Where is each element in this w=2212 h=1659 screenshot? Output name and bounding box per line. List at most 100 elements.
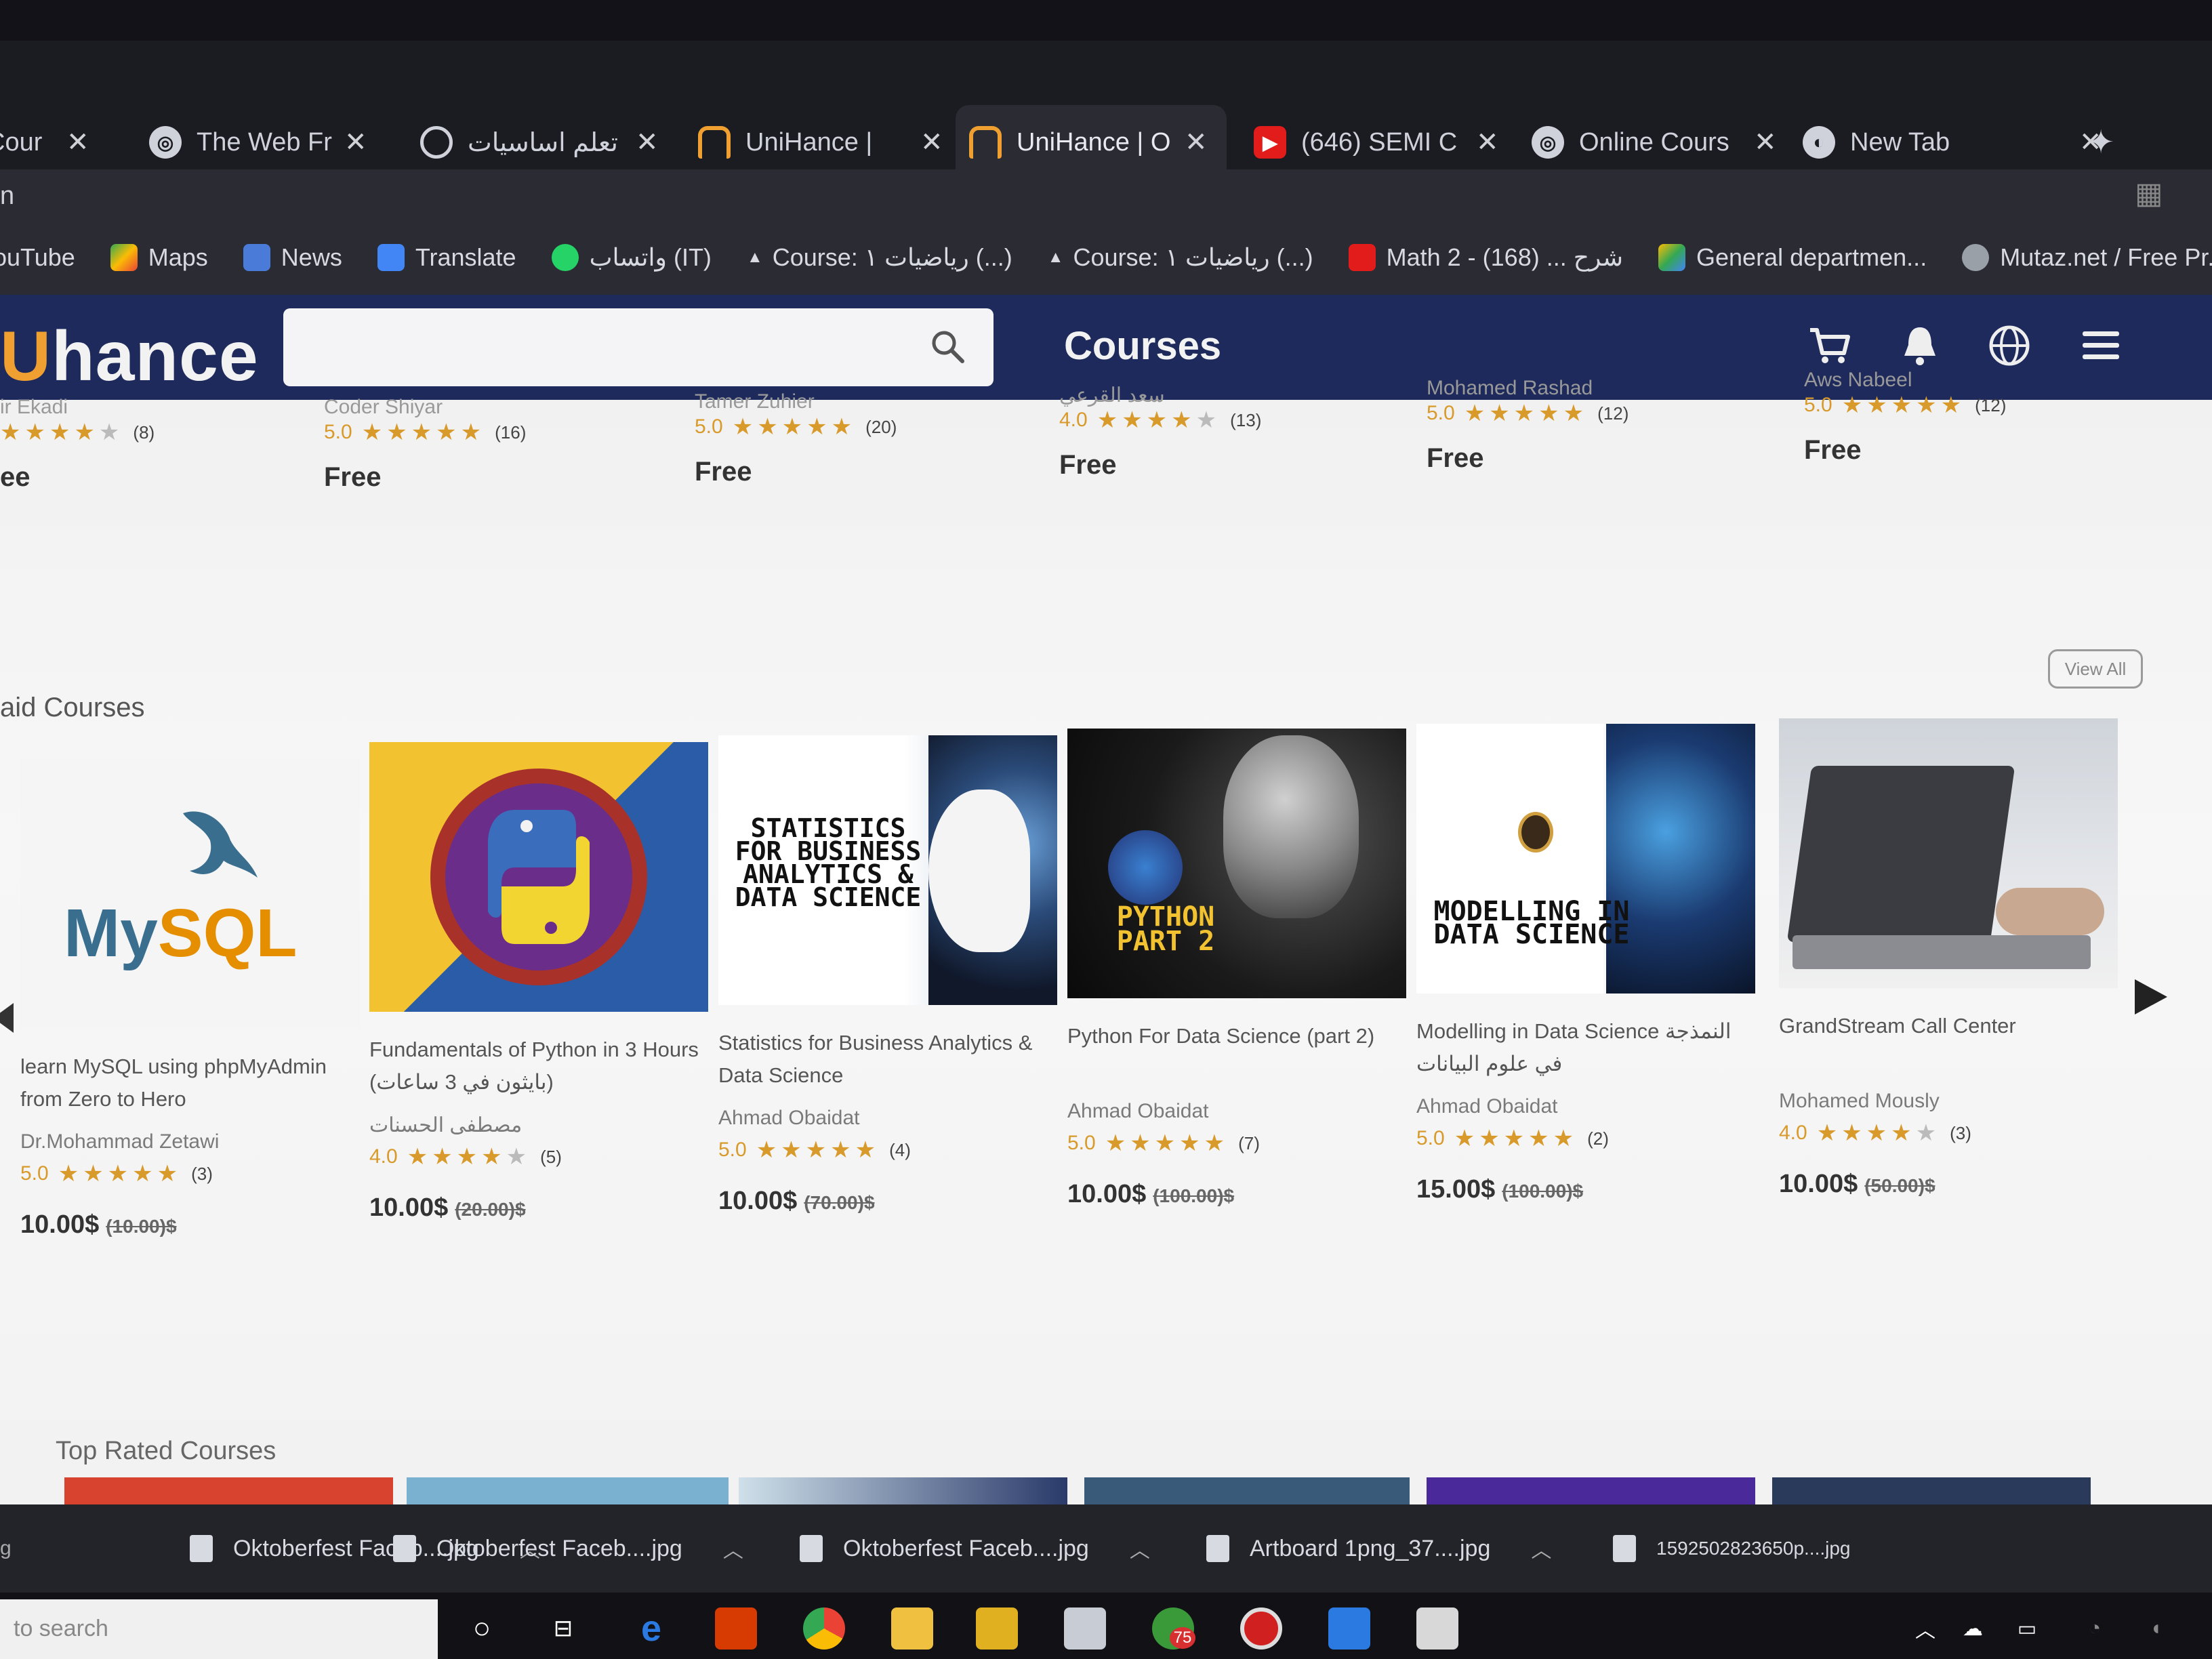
tab-arabic[interactable]: تعلم اساسيات ✕	[407, 105, 659, 180]
course-thumbnail[interactable]: PYTHON PART 2	[1067, 729, 1406, 998]
close-icon[interactable]: ✕	[1185, 127, 1208, 158]
free-course-card[interactable]: ir Ekadi ★★★★★ (8) ee	[0, 396, 155, 493]
nav-courses-link[interactable]: Courses	[1064, 323, 1221, 369]
close-icon[interactable]: ✕	[920, 127, 943, 158]
view-all-button[interactable]: View All	[2048, 649, 2143, 689]
tab-online-courses[interactable]: ◎ Online Cours ✕	[1518, 105, 1777, 180]
bookmark-translate[interactable]: Translate	[377, 243, 516, 272]
taskbar-search-input[interactable]: to search	[0, 1599, 438, 1659]
chevron-up-icon[interactable]: ︿	[723, 1534, 743, 1563]
bookmark-maps[interactable]: Maps	[110, 243, 208, 272]
download-item[interactable]: Artboard 1png_37....jpg ︿	[1206, 1534, 1613, 1563]
free-course-card[interactable]: سعد القرعي 4.0 ★★★★★ (13) Free	[1059, 384, 1261, 480]
bookmark-label: واتساب (IT)	[589, 243, 712, 271]
course-card-modelling[interactable]: MODELLING IN DATA SCIENCE Modelling in D…	[1416, 724, 1755, 1204]
course-card-python-fundamentals[interactable]: Fundamentals of Python in 3 Hours (بايثو…	[369, 742, 708, 1223]
chrome-icon[interactable]	[803, 1607, 845, 1650]
cortana-icon[interactable]: ○	[461, 1607, 503, 1650]
close-icon[interactable]: ✕	[1476, 127, 1499, 158]
bookmark-youtube[interactable]: ouTube	[0, 243, 75, 272]
bookmark-general-department[interactable]: General departmen...	[1658, 243, 1927, 272]
course-card-mysql[interactable]: MySQL learn MySQL using phpMyAdmin from …	[20, 759, 359, 1240]
bookmark-mutaz[interactable]: Mutaz.net / Free Pr...	[1962, 243, 2212, 272]
download-item[interactable]: 1592502823650p....jpg	[1613, 1535, 1938, 1562]
course-card-grandstream[interactable]: GrandStream Call Center Mohamed Mously 4…	[1779, 718, 2118, 1199]
close-icon[interactable]: ✕	[344, 127, 367, 158]
page-content: ir Ekadi ★★★★★ (8) ee Coder Shiyar 5.0 ★★★…	[0, 369, 2212, 1518]
close-icon[interactable]: ✕	[636, 127, 659, 158]
bookmark-math2[interactable]: Math 2 - شرح ... (168)	[1348, 243, 1623, 272]
file-explorer-icon[interactable]	[891, 1607, 933, 1650]
network-icon[interactable]: ◔	[2074, 1607, 2116, 1650]
new-tab-button[interactable]: ✦	[2087, 105, 2114, 180]
mail-icon[interactable]	[1064, 1607, 1106, 1650]
course-thumbnail[interactable]: MODELLING IN DATA SCIENCE	[1416, 724, 1755, 994]
course-card-statistics[interactable]: STATISTICS FOR BUSINESS ANALYTICS & DATA…	[718, 735, 1057, 1216]
free-course-card[interactable]: Mohamed Rashad 5.0 ★★★★★ (12) Free	[1427, 377, 1629, 474]
course-title[interactable]: GrandStream Call Center	[1779, 1010, 2118, 1078]
bookmark-news[interactable]: News	[243, 243, 342, 272]
battery-icon[interactable]: ▭	[2006, 1607, 2048, 1650]
course-title[interactable]: Statistics for Business Analytics & Data…	[718, 1027, 1057, 1094]
whatsapp-icon[interactable]: 75	[1152, 1607, 1196, 1650]
globe-icon[interactable]	[1986, 322, 2033, 369]
carousel-next-arrow-icon[interactable]	[2135, 979, 2167, 1015]
office-icon[interactable]	[715, 1607, 757, 1650]
chevron-up-icon[interactable]: ︿	[1904, 1607, 1946, 1650]
bookmark-course-2[interactable]: ▲ Course: رياضيات ١ (...)	[1048, 243, 1313, 272]
record-icon[interactable]	[1240, 1607, 1282, 1650]
volume-icon[interactable]: ◖	[2135, 1607, 2177, 1650]
extension-icon[interactable]: ▦	[2135, 176, 2163, 211]
address-bar[interactable]: n	[0, 182, 14, 211]
free-course-card[interactable]: Tamer Zuhier 5.0 ★★★★★ (20) Free	[695, 390, 897, 487]
course-title[interactable]: learn MySQL using phpMyAdmin from Zero t…	[20, 1050, 359, 1118]
tab-unihance[interactable]: UniHance | ✕	[684, 105, 943, 180]
robot-image	[1223, 735, 1359, 918]
app-icon[interactable]	[976, 1607, 1018, 1650]
tab-youtube[interactable]: ▶ (646) SEMI C ✕	[1240, 105, 1499, 180]
task-view-icon[interactable]: ⊟	[542, 1607, 584, 1650]
vscode-icon[interactable]	[1328, 1607, 1370, 1650]
download-item[interactable]: Oktoberfest Faceb....jpg ︿	[393, 1534, 800, 1563]
cart-icon[interactable]	[1806, 322, 1853, 369]
course-price: Free	[1059, 450, 1117, 480]
hamburger-menu-icon[interactable]	[2077, 322, 2125, 369]
carousel-prev-arrow-icon[interactable]	[0, 1003, 14, 1033]
course-thumbnail[interactable]	[369, 742, 708, 1012]
course-thumbnail[interactable]	[1779, 718, 2118, 988]
course-title[interactable]: Fundamentals of Python in 3 Hours (بايثو…	[369, 1033, 708, 1101]
bookmark-course-1[interactable]: ▲ Course: رياضيات ١ (...)	[747, 243, 1012, 272]
close-icon[interactable]: ✕	[1754, 127, 1777, 158]
bookmark-whatsapp[interactable]: واتساب (IT)	[551, 243, 712, 272]
mysql-dolphin-icon	[183, 811, 258, 878]
bookmark-label: Course: رياضيات ١ (...)	[772, 243, 1012, 271]
tab-cour[interactable]: Cour ✕	[0, 105, 89, 180]
tab-web-fro[interactable]: ◎ The Web Fro ✕	[136, 105, 367, 180]
tab-title: تعلم اساسيات	[468, 128, 618, 157]
course-title[interactable]: Modelling in Data Science النمذجة في علو…	[1416, 1015, 1755, 1083]
course-card-python-part2[interactable]: PYTHON PART 2 Python For Data Science (p…	[1067, 729, 1406, 1209]
unihance-logo[interactable]: Uhance	[0, 316, 259, 397]
download-item[interactable]: Oktoberfest Faceb....jpg ︿	[0, 1534, 540, 1563]
free-course-card[interactable]: Aws Nabeel 5.0 ★★★★★ (12) Free	[1804, 369, 2006, 466]
photos-icon[interactable]	[1416, 1607, 1458, 1650]
cloud-icon[interactable]: ☁	[1952, 1607, 1994, 1650]
course-thumbnail[interactable]: STATISTICS FOR BUSINESS ANALYTICS & DATA…	[718, 735, 1057, 1005]
bell-icon[interactable]	[1896, 322, 1944, 369]
chevron-up-icon[interactable]: ︿	[1531, 1534, 1551, 1563]
thumbnail-text: STATISTICS FOR BUSINESS ANALYTICS & DATA…	[735, 813, 922, 912]
chevron-up-icon[interactable]: ︿	[1130, 1534, 1150, 1563]
python-logo-icon	[430, 769, 647, 985]
close-icon[interactable]: ✕	[66, 127, 89, 158]
ai-head-image	[1606, 724, 1755, 994]
course-thumbnail[interactable]: MySQL	[20, 759, 359, 1029]
bookmark-label: Translate	[415, 243, 516, 271]
search-input[interactable]	[283, 308, 994, 386]
tab-new-tab[interactable]: ◐ New Tab ✕	[1789, 105, 2102, 180]
course-title[interactable]: Python For Data Science (part 2)	[1067, 1020, 1406, 1088]
edge-icon[interactable]: e	[630, 1607, 672, 1650]
search-icon[interactable]	[930, 329, 965, 364]
free-course-card[interactable]: Coder Shiyar 5.0 ★★★★★ (16) Free	[324, 396, 526, 493]
tab-unihance-active[interactable]: UniHance | O ✕	[956, 105, 1227, 180]
download-item[interactable]: Oktoberfest Faceb....jpg ︿	[800, 1534, 1206, 1563]
